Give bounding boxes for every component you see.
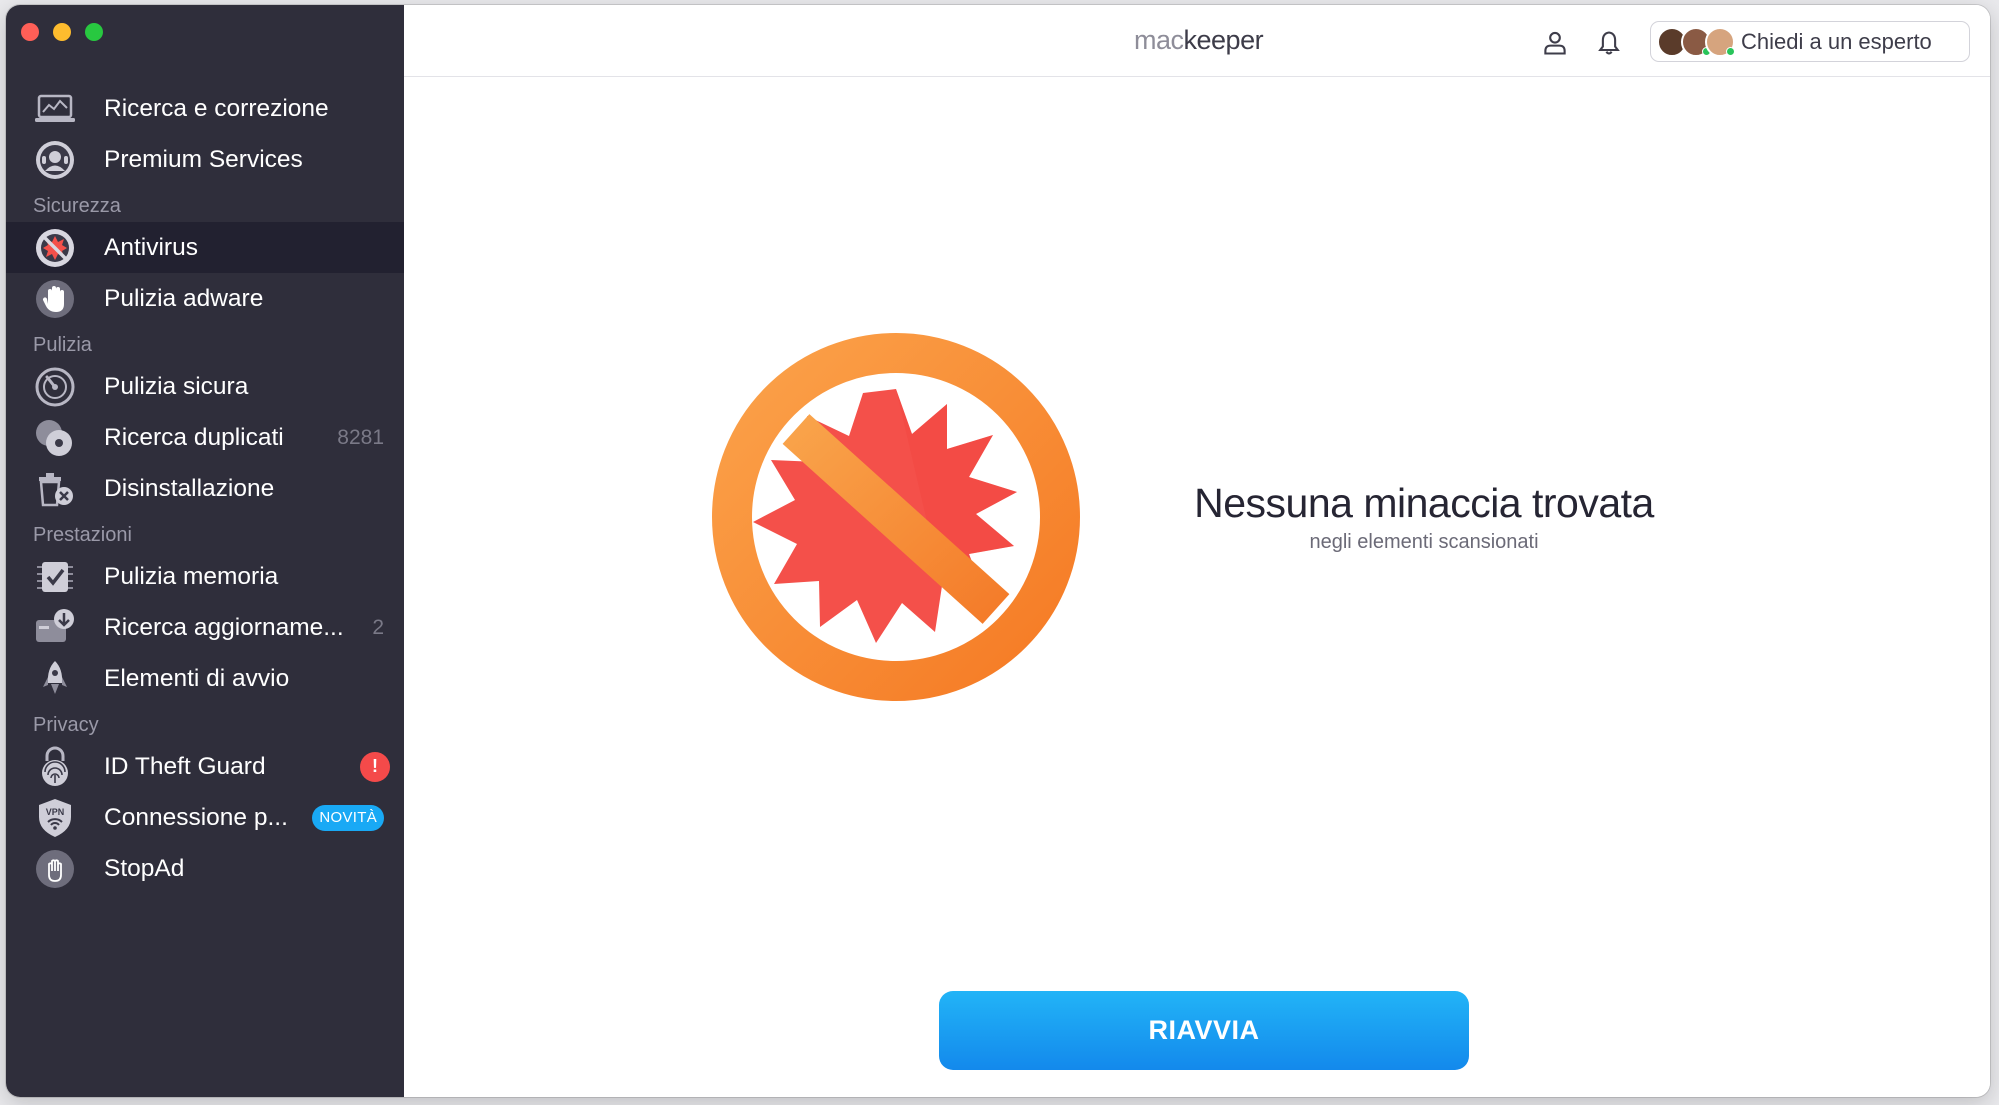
account-button[interactable] (1539, 27, 1571, 59)
section-title-pulizia: Pulizia (33, 334, 92, 356)
section-title-privacy: Privacy (33, 714, 99, 736)
sidebar-item-id-theft-guard[interactable]: ID Theft Guard ! (6, 741, 404, 792)
sidebar-item-label: Pulizia sicura (104, 372, 249, 400)
sidebar-item-pulizia-memoria[interactable]: Pulizia memoria (6, 551, 404, 602)
sidebar-item-label: Connessione p... (104, 803, 288, 831)
sidebar-item-label: Disinstallazione (104, 474, 275, 502)
update-download-icon (32, 605, 78, 651)
antivirus-icon (32, 225, 78, 271)
close-window-button[interactable] (21, 23, 39, 41)
ask-expert-button[interactable]: Chiedi a un esperto (1650, 21, 1970, 62)
result-title: Nessuna minaccia trovata (1194, 480, 1654, 526)
sidebar-item-label: Ricerca duplicati (104, 423, 284, 451)
section-title-prestazioni: Prestazioni (33, 524, 132, 546)
memory-chip-icon (32, 554, 78, 600)
svg-text:VPN: VPN (46, 807, 65, 817)
disk-clean-icon (32, 364, 78, 410)
rocket-icon (32, 656, 78, 702)
zoom-window-button[interactable] (85, 23, 103, 41)
main-content: mackeeper Chiedi a un esperto Nessuna mi… (404, 5, 1990, 1097)
hand-stop-icon (32, 276, 78, 322)
top-bar: mackeeper Chiedi a un esperto (404, 5, 1990, 77)
sidebar-item-stopad[interactable]: StopAd (6, 843, 404, 894)
minimize-window-button[interactable] (53, 23, 71, 41)
sidebar-item-ricerca-correzione[interactable]: Ricerca e correzione (6, 83, 404, 134)
sidebar-item-label: ID Theft Guard (104, 752, 266, 780)
app-logo: mackeeper (1134, 25, 1264, 56)
sidebar-nav: Ricerca e correzione Premium Services Si… (6, 83, 404, 894)
app-window: Ricerca e correzione Premium Services Si… (6, 5, 1990, 1097)
restart-button[interactable]: RIAVVIA (939, 991, 1469, 1070)
vpn-shield-icon: VPN (32, 795, 78, 841)
sidebar-item-disinstallazione[interactable]: Disinstallazione (6, 463, 404, 514)
updates-count: 2 (372, 615, 384, 639)
window-controls (21, 23, 103, 41)
sidebar-item-ricerca-aggiornamenti[interactable]: Ricerca aggiorname... 2 (6, 602, 404, 653)
avatar (1705, 26, 1735, 57)
sidebar-item-label: Pulizia memoria (104, 562, 279, 590)
sidebar-item-label: Ricerca e correzione (104, 94, 329, 122)
sidebar-item-elementi-avvio[interactable]: Elementi di avvio (6, 653, 404, 704)
user-icon (1544, 31, 1566, 55)
trash-x-icon (32, 466, 78, 512)
logo-prefix: mac (1134, 25, 1184, 55)
laptop-scan-icon (32, 86, 78, 132)
sidebar-item-pulizia-adware[interactable]: Pulizia adware (6, 273, 404, 324)
sidebar-item-label: Premium Services (104, 145, 303, 173)
prohibited-virus-icon (712, 333, 1080, 701)
sidebar-item-label: Antivirus (104, 233, 198, 261)
bell-icon (1598, 31, 1620, 55)
no-threats-illustration (711, 332, 1081, 702)
sidebar-item-connessione-privata[interactable]: VPN Connessione p... NOVITÀ (6, 792, 404, 843)
duplicates-icon (32, 415, 78, 461)
sidebar-item-label: Pulizia adware (104, 284, 264, 312)
logo-suffix: keeper (1183, 25, 1264, 55)
support-agent-icon (32, 137, 78, 183)
sidebar-item-antivirus[interactable]: Antivirus (6, 222, 404, 273)
sidebar-item-premium-services[interactable]: Premium Services (6, 134, 404, 185)
sidebar-item-pulizia-sicura[interactable]: Pulizia sicura (6, 361, 404, 412)
sidebar-item-label: Ricerca aggiorname... (104, 613, 344, 641)
section-title-sicurezza: Sicurezza (33, 195, 121, 217)
sidebar-item-label: StopAd (104, 854, 185, 882)
sidebar-item-label: Elementi di avvio (104, 664, 290, 692)
expert-avatars (1657, 26, 1735, 57)
new-badge: NOVITÀ (312, 804, 384, 831)
sidebar-item-ricerca-duplicati[interactable]: Ricerca duplicati 8281 (6, 412, 404, 463)
sidebar: Ricerca e correzione Premium Services Si… (6, 5, 404, 1097)
alert-badge: ! (360, 751, 390, 782)
duplicates-count: 8281 (337, 425, 384, 449)
result-subtitle: negli elementi scansionati (1309, 531, 1539, 553)
stopad-hand-icon (32, 846, 78, 892)
scan-result-message: Nessuna minaccia trovata negli elementi … (1174, 480, 1674, 554)
notifications-button[interactable] (1593, 27, 1625, 59)
ask-expert-label: Chiedi a un esperto (1741, 28, 1932, 54)
fingerprint-lock-icon (32, 744, 78, 790)
